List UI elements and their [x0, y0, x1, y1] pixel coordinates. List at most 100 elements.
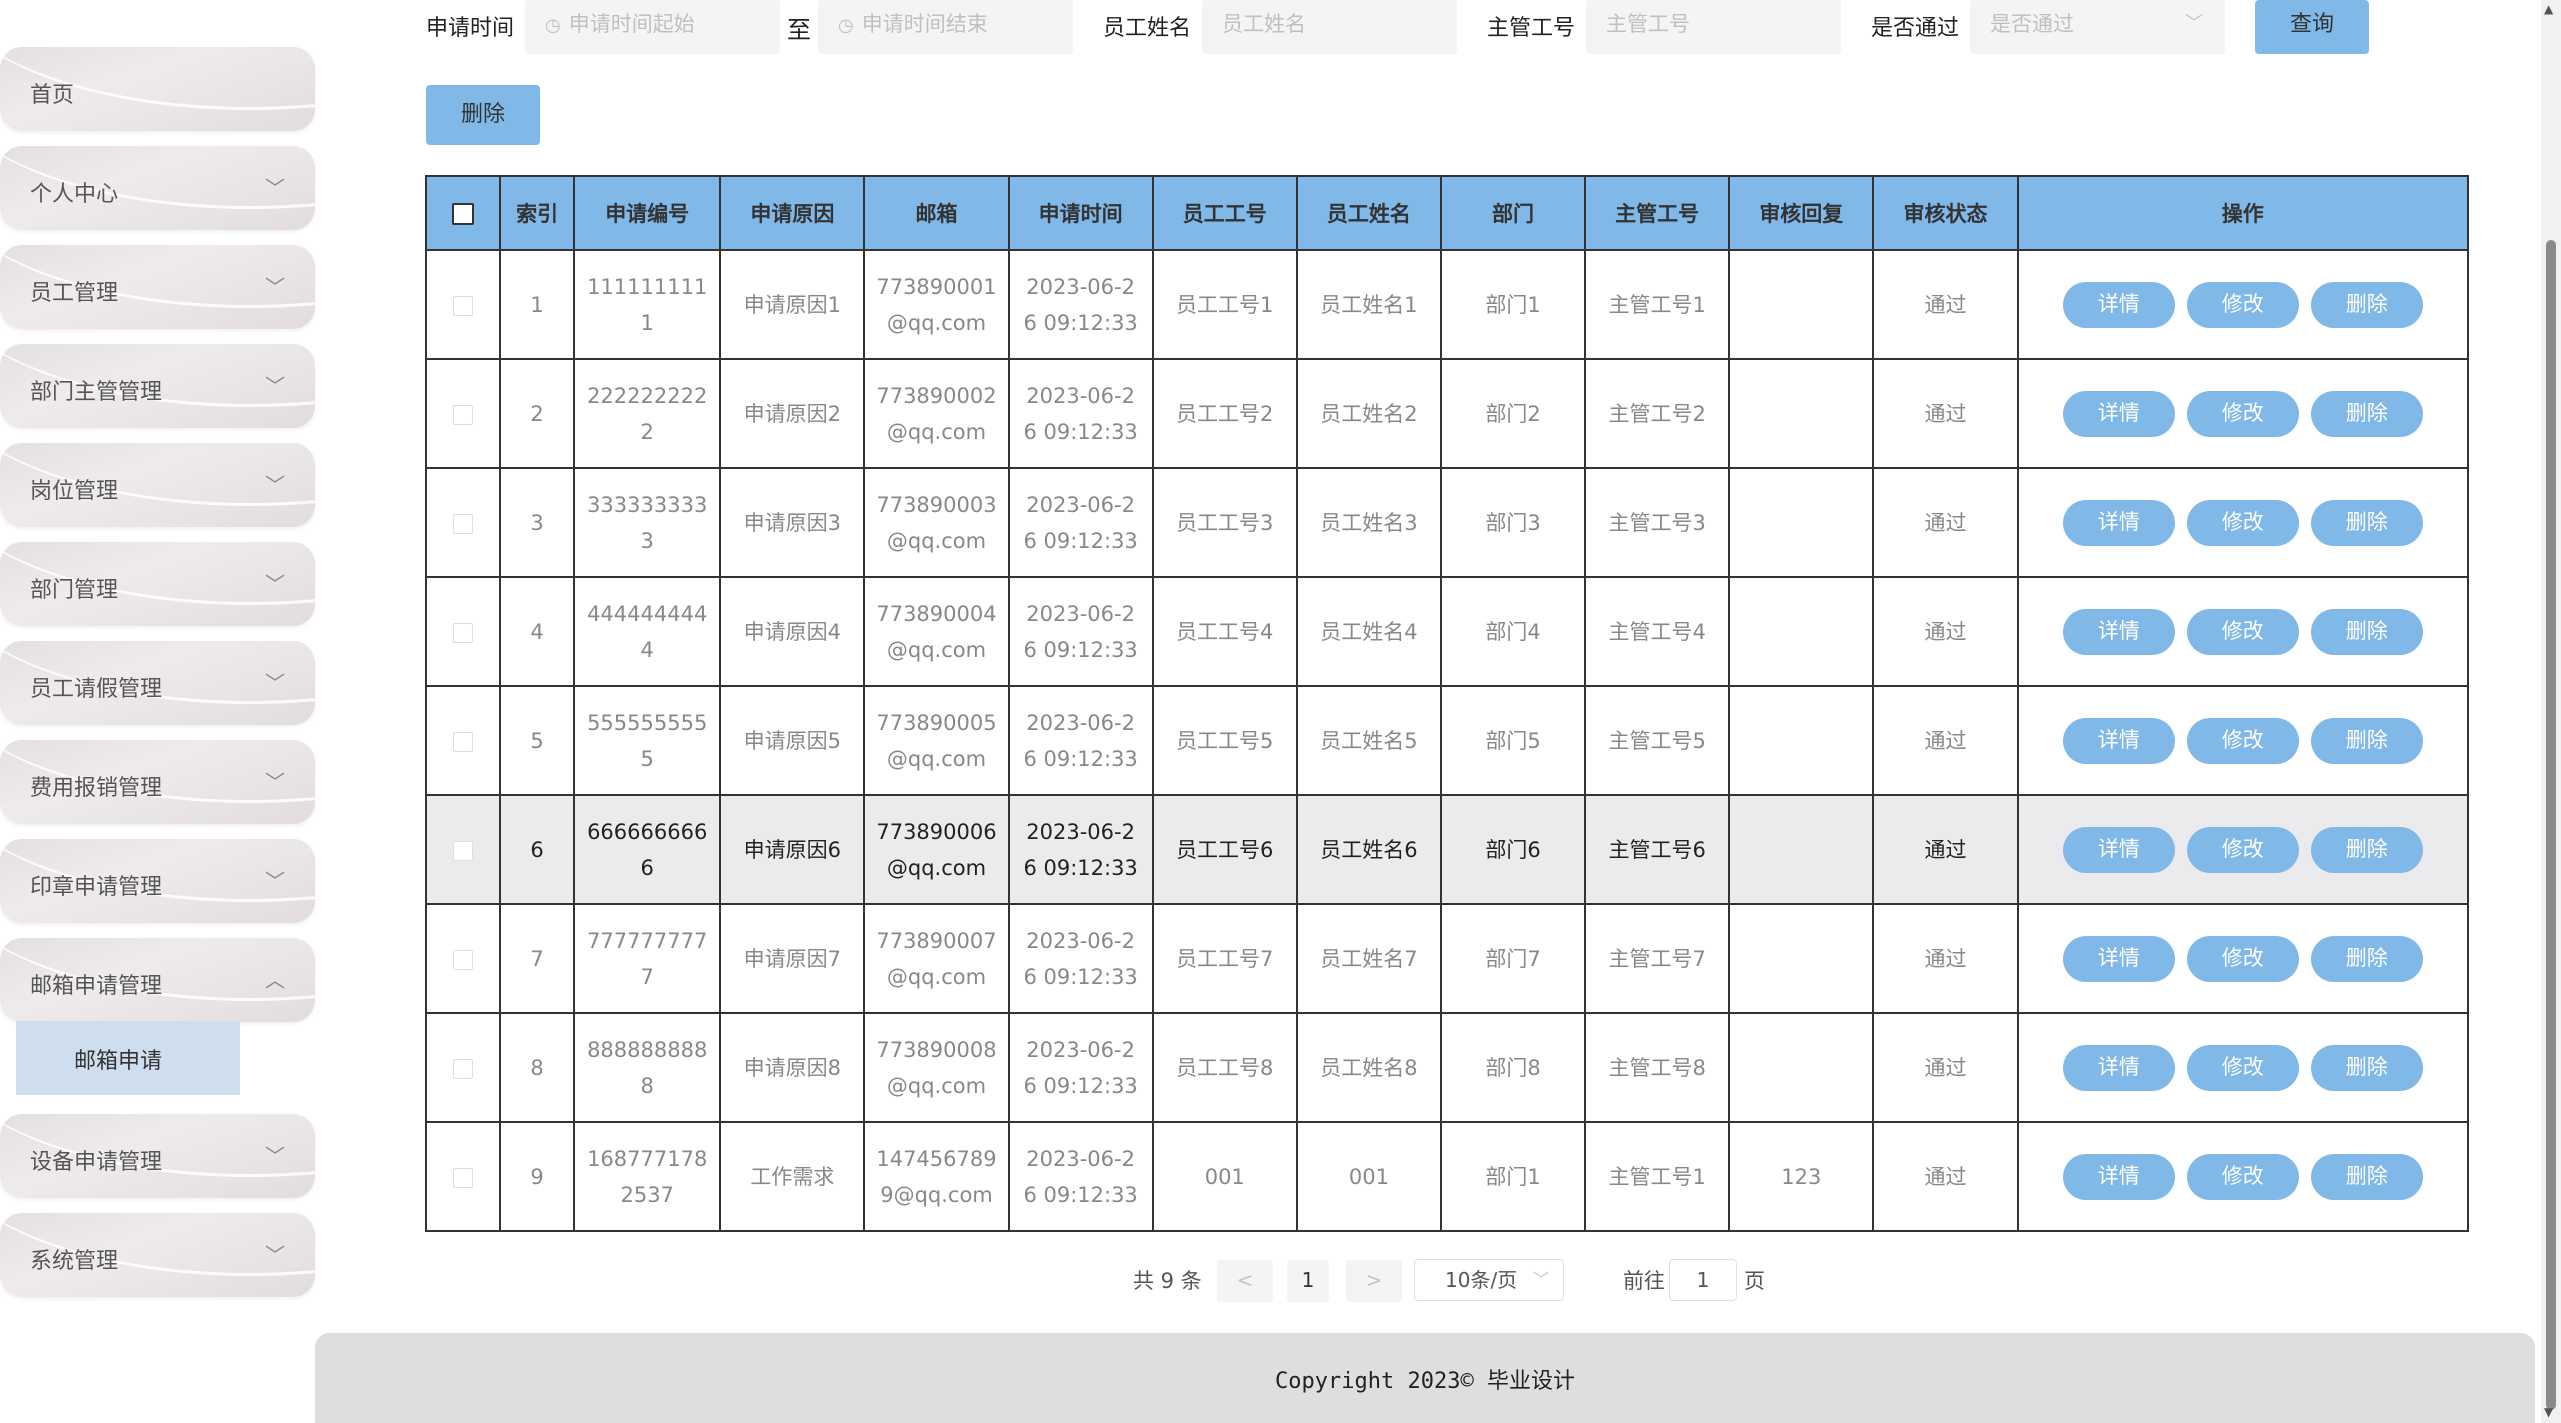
row-delete-button[interactable]: 删除 [2310, 826, 2423, 873]
submenu-item-mailbox-application[interactable]: 邮箱申请 [16, 1021, 240, 1095]
edit-button[interactable]: 修改 [2186, 826, 2299, 873]
cell-review-reply [1728, 358, 1875, 469]
select-all-checkbox[interactable] [452, 203, 475, 225]
row-checkbox[interactable] [453, 840, 474, 861]
pagination-next-button[interactable]: > [1346, 1260, 1402, 1302]
table-row: 3 333333333 3 申请原因3 773890003 @qq.com 2023… [424, 467, 2470, 578]
time-end-input[interactable]: ◷ 申请时间结束 [818, 0, 1073, 54]
pagination-page-unit: 页 [1744, 1269, 1765, 1293]
edit-button[interactable]: 修改 [2186, 608, 2299, 655]
row-delete-button[interactable]: 删除 [2310, 935, 2423, 982]
cell-department: 部门3 [1439, 467, 1587, 578]
row-delete-button[interactable]: 删除 [2310, 390, 2423, 437]
scroll-down-icon[interactable]: ▼ [2544, 1405, 2553, 1419]
apply-time-line1: 2023-06-2 [1026, 601, 1135, 626]
application-no-line2: 6 [640, 855, 654, 880]
menu-item-employee-management[interactable]: 员工管理 ﹀ [0, 245, 315, 329]
row-delete-button[interactable]: 删除 [2310, 281, 2423, 328]
chevron-down-icon: ﹀ [2185, 13, 2203, 34]
manager-no-input[interactable]: 主管工号 [1586, 0, 1841, 54]
time-start-input[interactable]: ◷ 申请时间起始 [525, 0, 780, 54]
table-row: 6 666666666 6 申请原因6 773890006 @qq.com 2023… [424, 794, 2470, 905]
row-checkbox[interactable] [453, 949, 474, 970]
menu-item-leave-management[interactable]: 员工请假管理 ﹀ [0, 641, 315, 725]
scroll-up-icon[interactable]: ▲ [2544, 2, 2553, 16]
header-review-status: 审核状态 [1872, 175, 2019, 251]
employee-name-input[interactable]: 员工姓名 [1202, 0, 1457, 54]
edit-button[interactable]: 修改 [2186, 281, 2299, 328]
cell-employee-no: 员工工号1 [1151, 249, 1298, 360]
row-delete-button[interactable]: 删除 [2310, 1044, 2423, 1091]
cell-manager-no: 主管工号7 [1584, 903, 1731, 1014]
cell-email: 773890005 @qq.com [863, 685, 1010, 796]
scrollbar-thumb[interactable] [2546, 240, 2556, 1410]
chevron-down-icon: ﹀ [265, 1243, 285, 1267]
reason-text: 申请原因7 [743, 946, 842, 971]
pagination-page-1[interactable]: 1 [1287, 1260, 1329, 1302]
time-start-placeholder: 申请时间起始 [568, 12, 695, 36]
page-size-select[interactable]: 10条/页 ﹀ [1414, 1259, 1564, 1301]
detail-button[interactable]: 详情 [2062, 499, 2175, 546]
menu-item-manager-management[interactable]: 部门主管管理 ﹀ [0, 344, 315, 428]
cell-review-reply [1728, 685, 1875, 796]
detail-button[interactable]: 详情 [2062, 390, 2175, 437]
cell-manager-no: 主管工号1 [1584, 1121, 1731, 1232]
apply-time-line2: 6 09:12:33 [1023, 419, 1138, 444]
detail-button[interactable]: 详情 [2062, 608, 2175, 655]
row-delete-button[interactable]: 删除 [2310, 608, 2423, 655]
edit-button[interactable]: 修改 [2186, 390, 2299, 437]
detail-button[interactable]: 详情 [2062, 1044, 2175, 1091]
row-checkbox[interactable] [453, 1058, 474, 1079]
menu-item-mailbox-management[interactable]: 邮箱申请管理 ︿ [0, 938, 315, 1022]
row-checkbox[interactable] [453, 1167, 474, 1188]
cell-apply-time: 2023-06-2 6 09:12:33 [1007, 685, 1154, 796]
detail-button[interactable]: 详情 [2062, 281, 2175, 328]
cell-review-reply [1728, 467, 1875, 578]
edit-button[interactable]: 修改 [2186, 935, 2299, 982]
mailbox-application-table: 索引 申请编号 申请原因 邮箱 申请时间 员工工号 员工姓名 部门 主管工号 审… [424, 175, 2470, 1232]
row-checkbox[interactable] [453, 513, 474, 534]
row-delete-button[interactable]: 删除 [2310, 717, 2423, 764]
edit-button[interactable]: 修改 [2186, 1044, 2299, 1091]
menu-label: 个人中心 [30, 182, 119, 207]
edit-button[interactable]: 修改 [2186, 717, 2299, 764]
menu-item-position-management[interactable]: 岗位管理 ﹀ [0, 443, 315, 527]
row-checkbox[interactable] [453, 622, 474, 643]
chevron-down-icon: ﹀ [265, 176, 285, 200]
cell-employee-name: 员工姓名8 [1295, 1012, 1442, 1123]
cell-manager-no: 主管工号3 [1584, 467, 1731, 578]
detail-button[interactable]: 详情 [2062, 1153, 2175, 1200]
menu-item-department-management[interactable]: 部门管理 ﹀ [0, 542, 315, 626]
cell-department: 部门6 [1439, 794, 1587, 905]
cell-manager-no: 主管工号6 [1584, 794, 1731, 905]
menu-item-home[interactable]: 首页 [0, 47, 315, 131]
batch-delete-button[interactable]: 删除 [426, 85, 540, 145]
employee-name-text: 员工姓名7 [1320, 946, 1418, 971]
menu-item-seal-management[interactable]: 印章申请管理 ﹀ [0, 839, 315, 923]
pagination-goto-input[interactable]: 1 [1669, 1259, 1737, 1301]
row-checkbox[interactable] [453, 731, 474, 752]
row-delete-button[interactable]: 删除 [2310, 499, 2423, 546]
application-no-line2: 3 [640, 528, 654, 553]
row-checkbox[interactable] [453, 404, 474, 425]
edit-button[interactable]: 修改 [2186, 1153, 2299, 1200]
edit-button[interactable]: 修改 [2186, 499, 2299, 546]
menu-item-system-management[interactable]: 系统管理 ﹀ [0, 1213, 315, 1297]
query-button[interactable]: 查询 [2255, 0, 2369, 54]
pagination-prev-button[interactable]: < [1217, 1260, 1273, 1302]
reason-text: 申请原因6 [743, 837, 842, 862]
detail-button[interactable]: 详情 [2062, 935, 2175, 982]
menu-item-device-management[interactable]: 设备申请管理 ﹀ [0, 1114, 315, 1198]
cell-employee-no: 员工工号2 [1151, 358, 1298, 469]
cell-apply-time: 2023-06-2 6 09:12:33 [1007, 794, 1154, 905]
row-select-cell [424, 249, 502, 360]
row-checkbox[interactable] [453, 295, 474, 316]
menu-item-expense-management[interactable]: 费用报销管理 ﹀ [0, 740, 315, 824]
detail-button[interactable]: 详情 [2062, 717, 2175, 764]
menu-item-personal-center[interactable]: 个人中心 ﹀ [0, 146, 315, 230]
detail-button[interactable]: 详情 [2062, 826, 2175, 873]
table-row: 9 168777178 2537 工作需求 147456789 9@qq.com 2… [424, 1121, 2470, 1232]
cell-manager-no: 主管工号8 [1584, 1012, 1731, 1123]
row-delete-button[interactable]: 删除 [2310, 1153, 2423, 1200]
pass-status-select[interactable]: 是否通过 ﹀ [1970, 0, 2225, 54]
